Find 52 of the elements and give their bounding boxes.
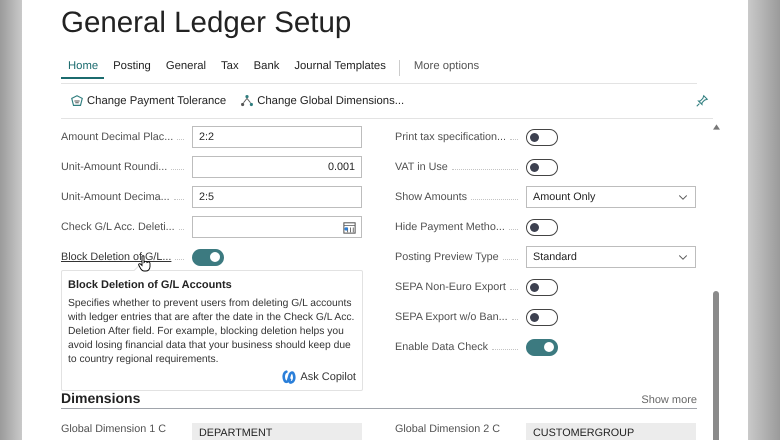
read-only-field: CUSTOMERGROUP bbox=[526, 423, 696, 440]
input-field[interactable]: 2:2 bbox=[192, 126, 362, 148]
read-only-field: DEPARTMENT bbox=[192, 423, 362, 440]
toggle-switch[interactable] bbox=[526, 218, 558, 236]
gem-icon bbox=[70, 94, 84, 108]
dropdown-field[interactable]: Standard bbox=[526, 246, 696, 268]
action-button[interactable]: Change Global Dimensions... bbox=[240, 90, 404, 112]
page-title: General Ledger Setup bbox=[61, 5, 352, 41]
scroll-up-icon[interactable] bbox=[713, 124, 720, 130]
field-label: Global Dimension 2 C bbox=[395, 423, 500, 435]
toggle-switch[interactable] bbox=[526, 338, 558, 356]
field-label: Show Amounts bbox=[395, 191, 468, 203]
date-field[interactable] bbox=[192, 216, 362, 238]
field-label: Check G/L Acc. Deleti... bbox=[61, 221, 175, 233]
tab[interactable]: Tax bbox=[215, 56, 245, 78]
toggle-switch[interactable] bbox=[526, 278, 558, 296]
dropdown-field[interactable]: Amount Only bbox=[526, 186, 696, 208]
more-options-tab[interactable]: More options bbox=[408, 56, 486, 78]
tooltip-text: Specifies whether to prevent users from deleting G/L accounts with ledger entries that are after the date in the Check G/L Acc. Deletion After field. For example, blocking deletion helps you avoid losing financial data that your business should keep due to country regional requirements. bbox=[68, 297, 356, 367]
field-label: Hide Payment Metho... bbox=[395, 221, 505, 233]
copilot-icon bbox=[282, 370, 296, 384]
tab[interactable]: Posting bbox=[107, 56, 157, 78]
field-label: Print tax specification... bbox=[395, 131, 506, 143]
field-label: Posting Preview Type bbox=[395, 251, 499, 263]
tab[interactable]: Home bbox=[61, 56, 104, 78]
show-more-link[interactable]: Show more bbox=[641, 394, 697, 406]
field-label: SEPA Non-Euro Export bbox=[395, 281, 506, 293]
field-label: Global Dimension 1 C bbox=[61, 423, 166, 435]
field-label: Unit-Amount Decima... bbox=[61, 191, 170, 203]
nodes-icon bbox=[240, 94, 254, 108]
pin-icon bbox=[695, 94, 709, 108]
tooltip-title: Block Deletion of G/L Accounts bbox=[68, 279, 233, 291]
toggle-switch[interactable] bbox=[192, 248, 224, 266]
tab[interactable]: General bbox=[160, 56, 212, 78]
action-button[interactable]: Change Payment Tolerance bbox=[70, 90, 226, 112]
tab[interactable]: Bank bbox=[248, 56, 286, 78]
toggle-switch[interactable] bbox=[526, 308, 558, 326]
field-label: VAT in Use bbox=[395, 161, 448, 173]
field-label: Unit-Amount Roundi... bbox=[61, 161, 168, 173]
field-label: SEPA Export w/o Ban... bbox=[395, 311, 508, 323]
scrollbar-thumb[interactable] bbox=[713, 291, 719, 440]
input-field[interactable]: 0.001 bbox=[192, 156, 362, 178]
toggle-switch[interactable] bbox=[526, 128, 558, 146]
section-title: Dimensions bbox=[61, 390, 140, 406]
ask-copilot-link[interactable]: Ask Copilot bbox=[282, 370, 356, 384]
tab[interactable]: Journal Templates bbox=[288, 56, 392, 78]
field-label[interactable]: Block Deletion of G/L... bbox=[61, 251, 172, 263]
field-label: Amount Decimal Plac... bbox=[61, 131, 174, 143]
calendar-icon bbox=[342, 220, 357, 234]
input-field[interactable]: 2:5 bbox=[192, 186, 362, 208]
field-label: Enable Data Check bbox=[395, 341, 488, 353]
toggle-switch[interactable] bbox=[526, 158, 558, 176]
